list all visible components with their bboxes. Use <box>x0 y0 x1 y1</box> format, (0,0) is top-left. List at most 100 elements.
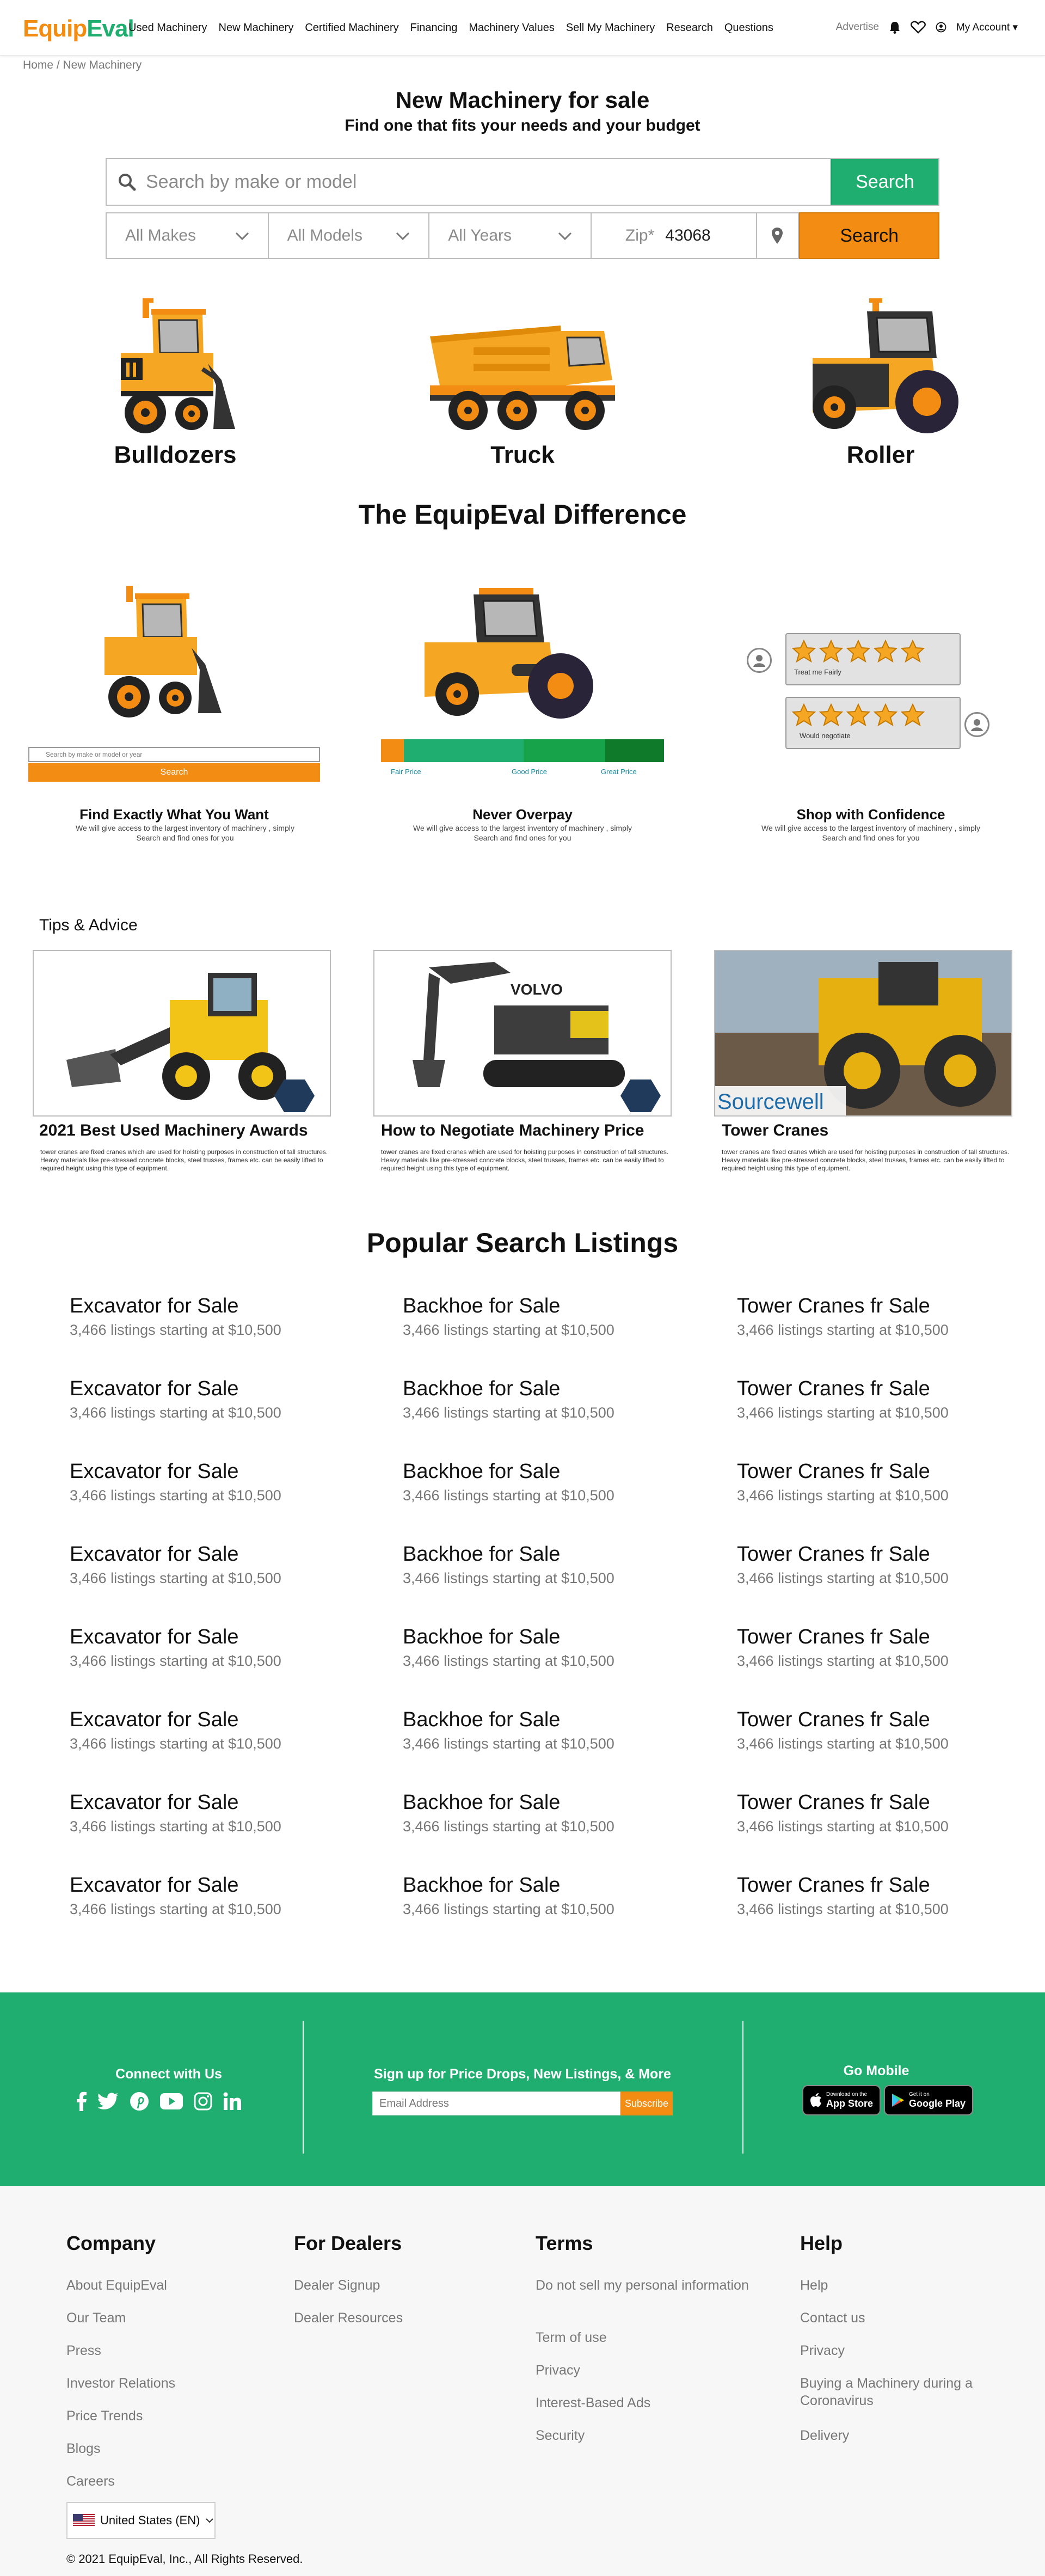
logo[interactable]: EquipEval <box>23 15 134 42</box>
linkedin-icon[interactable] <box>223 2092 242 2113</box>
nav-certified-machinery[interactable]: Certified Machinery <box>305 22 398 34</box>
user-icon[interactable] <box>936 22 946 33</box>
models-select[interactable]: All Models <box>267 212 429 259</box>
listing-title[interactable]: Tower Cranes fr Sale <box>737 1543 930 1566</box>
nav-new-machinery[interactable]: New Machinery <box>219 22 294 34</box>
tip-description: tower cranes are fixed cranes which are … <box>381 1148 669 1172</box>
listing-title[interactable]: Excavator for Sale <box>70 1791 238 1814</box>
listing-title[interactable]: Tower Cranes fr Sale <box>737 1708 930 1732</box>
roller-icon <box>813 298 958 433</box>
footer-link[interactable]: Our Team <box>66 2309 273 2327</box>
chevron-down-icon <box>206 2518 214 2523</box>
footer-link[interactable]: Press <box>66 2342 273 2359</box>
listing-title[interactable]: Tower Cranes fr Sale <box>737 1460 930 1483</box>
listing-title[interactable]: Excavator for Sale <box>70 1377 238 1401</box>
listing-title[interactable]: Backhoe for Sale <box>403 1708 560 1732</box>
google-play-badge[interactable]: Get it on Google Play <box>884 2085 974 2115</box>
pinterest-icon[interactable] <box>130 2092 149 2114</box>
listing-title[interactable]: Excavator for Sale <box>70 1295 238 1318</box>
email-input[interactable]: Email Address <box>372 2092 620 2115</box>
listing-title[interactable]: Excavator for Sale <box>70 1874 238 1897</box>
twitter-icon[interactable] <box>97 2093 119 2113</box>
nav-financing[interactable]: Financing <box>410 22 458 34</box>
makes-select[interactable]: All Makes <box>106 212 268 259</box>
instagram-icon[interactable] <box>194 2092 212 2113</box>
nav-sell-my-machinery[interactable]: Sell My Machinery <box>566 22 655 34</box>
listing-title[interactable]: Excavator for Sale <box>70 1460 238 1483</box>
advertise-link[interactable]: Advertise <box>836 21 879 33</box>
listing-title[interactable]: Tower Cranes fr Sale <box>737 1626 930 1649</box>
listing-count: 3,466 listings starting at $10,500 <box>70 1487 281 1504</box>
footer-link[interactable]: Help <box>800 2277 996 2294</box>
tip-card-image[interactable] <box>33 950 331 1117</box>
popular-title: Popular Search Listings <box>366 1228 679 1258</box>
star-icon <box>874 703 898 726</box>
youtube-icon[interactable] <box>160 2093 183 2112</box>
listing-count: 3,466 listings starting at $10,500 <box>737 1322 949 1338</box>
roller-icon <box>425 588 593 719</box>
tip-title[interactable]: 2021 Best Used Machinery Awards <box>39 1121 308 1140</box>
footer-link[interactable]: Privacy <box>536 2362 786 2379</box>
category-bulldozers[interactable]: Bulldozers <box>77 298 273 469</box>
search-input[interactable] <box>146 171 831 193</box>
facebook-icon[interactable] <box>76 2092 87 2114</box>
listing-title[interactable]: Backhoe for Sale <box>403 1626 560 1649</box>
my-account-menu[interactable]: My Account ▾ <box>956 21 1018 34</box>
search-button[interactable]: Search <box>831 159 938 205</box>
subscribe-button[interactable]: Subscribe <box>620 2092 673 2115</box>
listing-title[interactable]: Tower Cranes fr Sale <box>737 1377 930 1401</box>
footer-link[interactable]: Careers <box>66 2473 273 2490</box>
footer-link[interactable]: Contact us <box>800 2309 996 2327</box>
app-store-badge[interactable]: Download on the App Store <box>802 2085 881 2115</box>
footer-link[interactable]: Buying a Machinery during a Coronavirus <box>800 2375 996 2409</box>
bell-icon[interactable] <box>889 21 901 34</box>
zip-field[interactable]: Zip* 43068 <box>590 212 756 259</box>
bulldozer-icon <box>121 298 235 433</box>
heart-icon[interactable] <box>911 21 926 34</box>
listing-title[interactable]: Backhoe for Sale <box>403 1460 560 1483</box>
footer-link[interactable]: Price Trends <box>66 2407 273 2425</box>
nav-questions[interactable]: Questions <box>724 22 773 34</box>
category-roller[interactable]: Roller <box>772 298 989 469</box>
listing-title[interactable]: Tower Cranes fr Sale <box>737 1791 930 1814</box>
footer-link[interactable]: Investor Relations <box>66 2375 273 2392</box>
listing-title[interactable]: Backhoe for Sale <box>403 1791 560 1814</box>
listing-title[interactable]: Excavator for Sale <box>70 1626 238 1649</box>
footer-link[interactable]: Privacy <box>800 2342 996 2359</box>
listing-title[interactable]: Tower Cranes fr Sale <box>737 1874 930 1897</box>
footer-link[interactable]: Security <box>536 2427 786 2444</box>
footer-link[interactable]: Term of use <box>536 2329 786 2346</box>
nav-research[interactable]: Research <box>666 22 713 34</box>
listing-title[interactable]: Tower Cranes fr Sale <box>737 1295 930 1318</box>
years-select[interactable]: All Years <box>428 212 591 259</box>
listing-title[interactable]: Excavator for Sale <box>70 1543 238 1566</box>
footer-link[interactable]: Dealer Resources <box>294 2309 501 2327</box>
filter-search-button[interactable]: Search <box>799 212 939 259</box>
category-truck[interactable]: Truck <box>419 298 626 469</box>
difference-item-title: Shop with Confidence <box>796 806 945 823</box>
footer-link[interactable]: Do not sell my personal information <box>536 2277 786 2294</box>
listing-title[interactable]: Backhoe for Sale <box>403 1543 560 1566</box>
nav-used-machinery[interactable]: Used Machinery <box>128 22 207 34</box>
listing-count: 3,466 listings starting at $10,500 <box>70 1818 281 1835</box>
tip-card-image[interactable]: VOLVO <box>373 950 672 1117</box>
star-icon <box>792 640 816 663</box>
listing-title[interactable]: Backhoe for Sale <box>403 1874 560 1897</box>
footer-link[interactable]: Interest-Based Ads <box>536 2394 786 2412</box>
footer-link[interactable]: About EquipEval <box>66 2277 273 2294</box>
footer-link[interactable]: Dealer Signup <box>294 2277 501 2294</box>
tip-title[interactable]: How to Negotiate Machinery Price <box>381 1121 644 1140</box>
listing-count: 3,466 listings starting at $10,500 <box>70 1404 281 1421</box>
footer-link[interactable]: Blogs <box>66 2440 273 2457</box>
tip-title[interactable]: Tower Cranes <box>722 1121 828 1140</box>
footer-link[interactable]: Delivery <box>800 2427 996 2444</box>
difference-item-desc: We will give access to the largest inven… <box>413 824 632 842</box>
nav-machinery-values[interactable]: Machinery Values <box>469 22 554 34</box>
listing-title[interactable]: Backhoe for Sale <box>403 1377 560 1401</box>
listing-title[interactable]: Backhoe for Sale <box>403 1295 560 1318</box>
listing-title[interactable]: Excavator for Sale <box>70 1708 238 1732</box>
tip-card-image[interactable]: Sourcewell <box>714 950 1012 1117</box>
tips-heading: Tips & Advice <box>39 916 138 934</box>
country-selector[interactable]: United States (EN) <box>66 2502 216 2539</box>
location-pin-icon[interactable] <box>755 212 800 259</box>
